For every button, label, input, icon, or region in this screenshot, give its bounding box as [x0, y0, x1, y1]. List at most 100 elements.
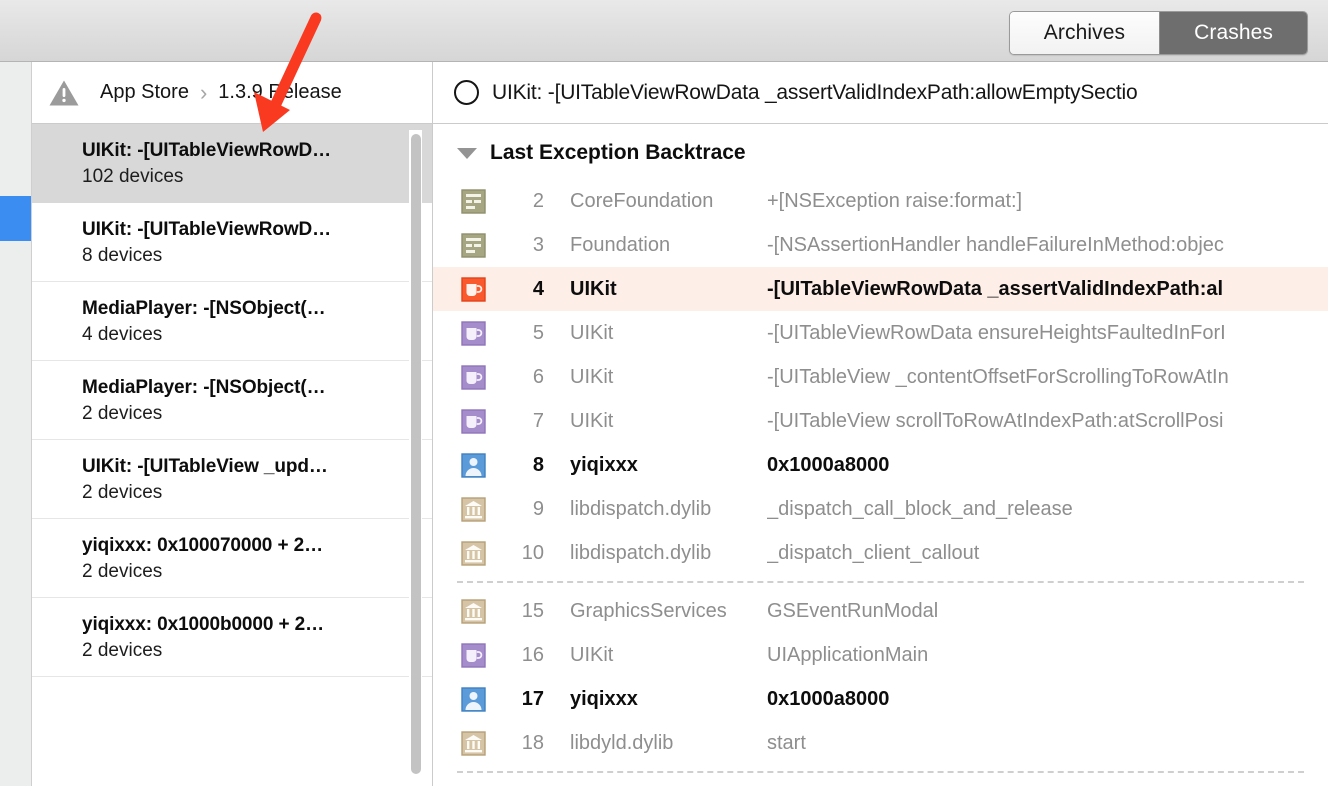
list-item-device-count: 8 devices [82, 245, 415, 267]
frame-number: 15 [508, 600, 544, 623]
backtrace-row[interactable]: 7 UIKit-[UITableView scrollToRowAtIndexPa… [433, 399, 1328, 443]
uikit-mug-icon [461, 643, 486, 668]
frame-symbol: GSEventRunModal [767, 600, 1328, 623]
frame-library: yiqixxx [570, 454, 767, 477]
breadcrumb-app[interactable]: App Store [100, 81, 189, 104]
scrollbar-thumb[interactable] [411, 134, 421, 774]
frame-library: libdispatch.dylib [570, 498, 767, 521]
backtrace-row[interactable]: 2 CoreFoundation+[NSException raise:forma… [433, 179, 1328, 223]
frame-library: libdyld.dylib [570, 732, 767, 755]
frame-number: 8 [508, 454, 544, 477]
tab-crashes[interactable]: Crashes [1159, 12, 1307, 54]
backtrace-row[interactable]: 15 GraphicsServicesGSEventRunModal [433, 589, 1328, 633]
frame-number: 17 [508, 688, 544, 711]
frame-number: 6 [508, 366, 544, 389]
warning-triangle-icon [48, 78, 80, 108]
list-item-device-count: 2 devices [82, 482, 415, 504]
breadcrumb-version[interactable]: 1.3.9 Release [218, 81, 341, 104]
circle-outline-icon[interactable] [454, 80, 479, 105]
frame-number: 7 [508, 410, 544, 433]
frame-symbol: -[UITableView scrollToRowAtIndexPath:atS… [767, 410, 1328, 433]
frame-group-separator [457, 771, 1304, 773]
left-gutter [0, 62, 32, 786]
breadcrumb[interactable]: App Store › 1.3.9 Release [32, 62, 433, 124]
uikit-mug-icon [461, 409, 486, 434]
frame-library: UIKit [570, 322, 767, 345]
frame-library: CoreFoundation [570, 190, 767, 213]
dylib-bank-icon [461, 731, 486, 756]
detail-title: UIKit: -[UITableViewRowData _assertValid… [492, 81, 1138, 105]
list-item-device-count: 2 devices [82, 640, 415, 662]
frame-number: 4 [508, 278, 544, 301]
list-item[interactable]: UIKit: -[UITableViewRowD… 102 devices [32, 124, 433, 203]
app-person-icon [461, 687, 486, 712]
frame-symbol: _dispatch_call_block_and_release [767, 498, 1328, 521]
list-item-device-count: 4 devices [82, 324, 415, 346]
frame-library: Foundation [570, 234, 767, 257]
view-mode-segmented-control[interactable]: Archives Crashes [1009, 11, 1308, 55]
backtrace-row[interactable]: 16 UIKitUIApplicationMain [433, 633, 1328, 677]
chevron-right-icon: › [200, 80, 207, 106]
list-item[interactable]: MediaPlayer: -[NSObject(…2 devices [32, 361, 433, 440]
frame-number: 5 [508, 322, 544, 345]
framework-doc-icon [461, 189, 486, 214]
detail-header: UIKit: -[UITableViewRowData _assertValid… [433, 62, 1328, 124]
dylib-bank-icon [461, 497, 486, 522]
frame-library: UIKit [570, 366, 767, 389]
uikit-crash-icon [461, 277, 486, 302]
frame-number: 2 [508, 190, 544, 213]
tab-archives[interactable]: Archives [1010, 12, 1159, 54]
xcode-organizer-window: Archives Crashes App Store › 1.3.9 Relea… [0, 0, 1328, 786]
backtrace-row[interactable]: 10libdispatch.dylib_dispatch_client_call… [433, 531, 1328, 575]
backtrace-frame-list: 2 CoreFoundation+[NSException raise:forma… [433, 179, 1328, 773]
list-item-title: UIKit: -[UITableViewRowD… [82, 219, 415, 241]
uikit-mug-icon [461, 321, 486, 346]
backtrace-row[interactable]: 4UIKit-[UITableViewRowData _assertValidI… [433, 267, 1328, 311]
app-person-icon [461, 453, 486, 478]
frame-number: 10 [508, 542, 544, 565]
frame-symbol: start [767, 732, 1328, 755]
dylib-bank-icon [461, 541, 486, 566]
frame-symbol: 0x1000a8000 [767, 454, 1328, 477]
list-item[interactable]: UIKit: -[UITableViewRowD… 8 devices [32, 203, 433, 282]
frame-symbol: +[NSException raise:format:] [767, 190, 1328, 213]
frame-symbol: -[UITableViewRowData ensureHeightsFaulte… [767, 322, 1328, 345]
list-item-title: UIKit: -[UITableView _upd… [82, 456, 415, 478]
backtrace-row[interactable]: 6 UIKit-[UITableView _contentOffsetForScr… [433, 355, 1328, 399]
backtrace-row[interactable]: 18 libdyld.dylibstart [433, 721, 1328, 765]
list-scrollbar[interactable] [409, 130, 422, 782]
frame-library: UIKit [570, 644, 767, 667]
list-item-title: MediaPlayer: -[NSObject(… [82, 298, 415, 320]
backtrace-row[interactable]: 3Foundation-[NSAssertionHandler handleFa… [433, 223, 1328, 267]
crash-group-list[interactable]: UIKit: -[UITableViewRowD…102 devicesUIKi… [32, 124, 433, 786]
backtrace-row[interactable]: 5 UIKit-[UITableViewRowData ensureHeights… [433, 311, 1328, 355]
list-item-title: UIKit: -[UITableViewRowD… [82, 140, 415, 162]
framework-doc-icon [461, 233, 486, 258]
backtrace-row[interactable]: 8 yiqixxx0x1000a8000 [433, 443, 1328, 487]
frame-symbol: -[UITableView _contentOffsetForScrolling… [767, 366, 1328, 389]
frame-number: 16 [508, 644, 544, 667]
selection-indicator [0, 196, 31, 241]
frame-library: yiqixxx [570, 688, 767, 711]
backtrace-pane: Last Exception Backtrace 2 CoreFoundation… [433, 124, 1328, 786]
list-item-device-count: 2 devices [82, 403, 415, 425]
list-item-title: yiqixxx: 0x1000b0000 + 2… [82, 614, 415, 636]
backtrace-row[interactable]: 17yiqixxx0x1000a8000 [433, 677, 1328, 721]
frame-number: 18 [508, 732, 544, 755]
list-item-device-count: 102 devices [82, 166, 415, 188]
list-item[interactable]: MediaPlayer: -[NSObject(… 4 devices [32, 282, 433, 361]
list-item[interactable]: yiqixxx: 0x1000b0000 + 2… 2 devices [32, 598, 433, 677]
backtrace-row[interactable]: 9 libdispatch.dylib_dispatch_call_block_a… [433, 487, 1328, 531]
triangle-down-icon[interactable] [457, 148, 477, 159]
list-item[interactable]: UIKit: -[UITableView _upd… 2 devices [32, 440, 433, 519]
frame-library: GraphicsServices [570, 600, 767, 623]
backtrace-section-header[interactable]: Last Exception Backtrace [433, 124, 1328, 179]
list-item-device-count: 2 devices [82, 561, 415, 583]
window-toolbar: Archives Crashes [0, 0, 1328, 62]
list-item[interactable]: yiqixxx: 0x100070000 + 2… 2 devices [32, 519, 433, 598]
frame-symbol: UIApplicationMain [767, 644, 1328, 667]
dylib-bank-icon [461, 599, 486, 624]
list-item-title: yiqixxx: 0x100070000 + 2… [82, 535, 415, 557]
frame-library: UIKit [570, 410, 767, 433]
frame-number: 9 [508, 498, 544, 521]
